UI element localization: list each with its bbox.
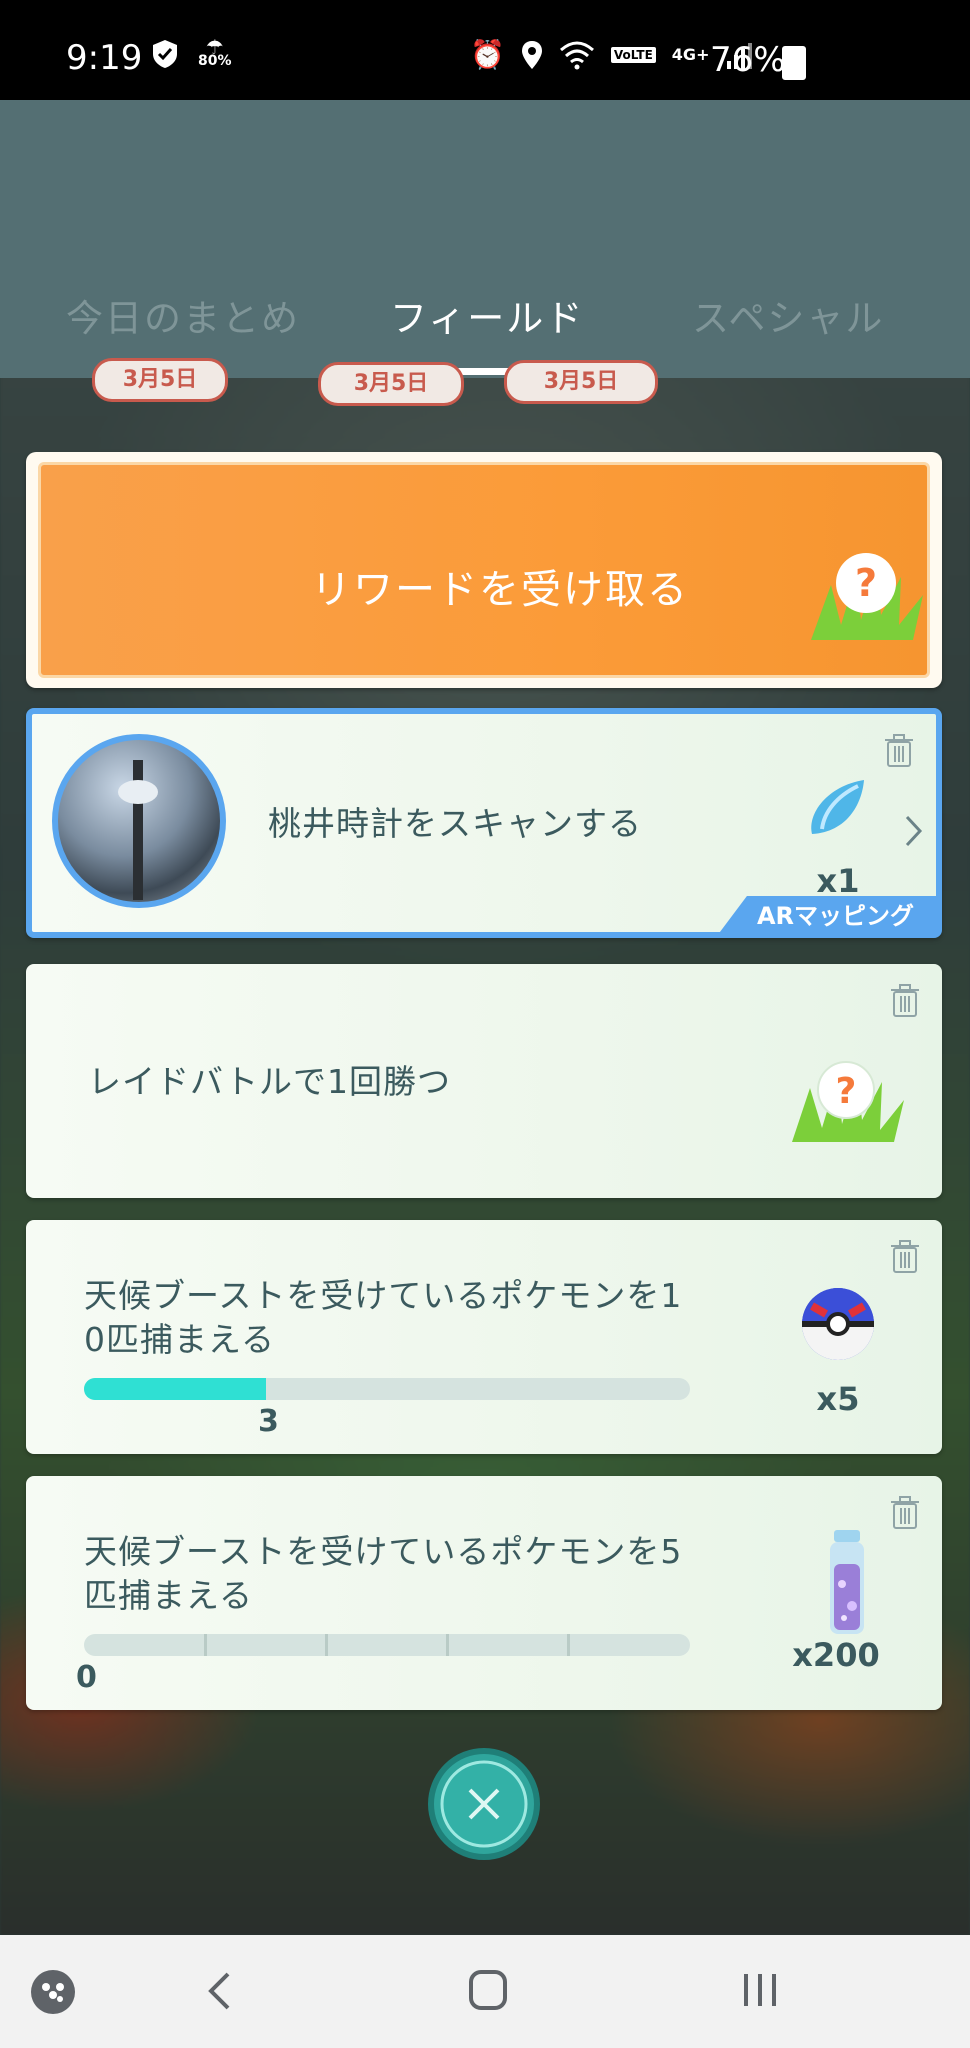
claim-reward-label: リワードを受け取る [311,567,689,613]
progress-segment-divider [204,1634,207,1656]
close-icon [440,1760,528,1848]
claim-reward-button[interactable]: リワードを受け取る ? [26,452,942,688]
task-title: レイドバトルで1回勝つ [88,1062,451,1101]
reward-count: x200 [792,1636,880,1674]
alarm-icon: ⏰ [470,38,505,71]
stardust-vial-icon [830,1530,864,1634]
progress-value: 0 [76,1660,97,1695]
home-icon[interactable] [468,1969,508,2011]
close-button[interactable] [428,1748,540,1860]
mystery-reward-grass-icon: ? [792,1061,904,1142]
progress-segment-divider [446,1634,449,1656]
reward-count: x5 [816,1380,860,1418]
stamp-row: 3月5日 3月5日 3月5日 [0,358,970,422]
recent-apps-icon[interactable] [740,1971,780,2009]
task-title-line2: 匹捕まえる [84,1576,254,1615]
great-ball-icon [802,1288,874,1360]
weather-percent: 80% [198,53,232,69]
location-icon [521,40,542,69]
trash-icon[interactable] [890,984,920,1018]
pokestop-photo [52,734,226,908]
ar-mapping-badge: ARマッピング [716,896,940,936]
volte-badge: VoLTE [610,46,656,63]
status-bar: 9:19 ☂ 80% ⏰ VoLTE 4G+ 76% [0,0,970,100]
progress-segment-divider [325,1634,328,1656]
battery-icon [782,46,806,80]
status-time: 9:19 [66,38,143,78]
task-title: 桃井時計をスキャンする [268,804,642,843]
task-title-line1: 天候ブーストを受けているポケモンを5 [84,1532,683,1571]
svg-text:?: ? [836,1071,857,1112]
back-icon[interactable] [206,1971,232,2011]
stardust-shard-icon [811,780,864,834]
task-title-line1: 天候ブーストを受けているポケモンを1 [84,1276,683,1315]
task-title-line2: 0匹捕まえる [84,1320,276,1359]
tab-today-summary[interactable]: 今日のまとめ [66,288,300,342]
battery-percent: 76% [710,40,786,80]
task-card-weather-catch-10[interactable]: 天候ブーストを受けているポケモンを1 0匹捕まえる 3 x5 [26,1220,942,1454]
journal-header: 今日のまとめ フィールド スペシャル [0,100,970,378]
wifi-icon [559,41,594,69]
weather-icon: ☂ 80% [198,35,232,69]
progress-fill [84,1378,266,1400]
tab-field[interactable]: フィールド [390,288,584,342]
reward-count: x1 [816,862,860,900]
task-card-raid[interactable]: レイドバトルで1回勝つ ? [26,964,942,1198]
svg-text:?: ? [855,561,877,605]
date-stamp: 3月5日 [92,358,228,402]
trash-icon[interactable] [890,1240,920,1274]
progress-bar [84,1378,690,1400]
shield-icon [153,40,177,68]
tab-special[interactable]: スペシャル [692,288,884,342]
progress-segment-divider [567,1634,570,1656]
chevron-right-icon[interactable] [904,814,924,848]
task-card-weather-catch-5[interactable]: 天候ブーストを受けているポケモンを5 匹捕まえる 0 x200 [26,1476,942,1710]
date-stamp: 3月5日 [318,362,464,406]
trash-icon[interactable] [884,734,914,768]
network-type: 4G+ [671,45,710,64]
trash-icon[interactable] [890,1496,920,1530]
progress-value: 3 [258,1404,279,1439]
game-launcher-icon[interactable] [30,1969,76,2015]
date-stamp: 3月5日 [504,360,658,404]
progress-bar [84,1634,690,1656]
task-card-ar-scan[interactable]: 桃井時計をスキャンする x1 ARマッピング [26,708,942,938]
mystery-reward-grass-icon: ? [811,553,923,640]
system-navigation-bar [0,1935,970,2048]
